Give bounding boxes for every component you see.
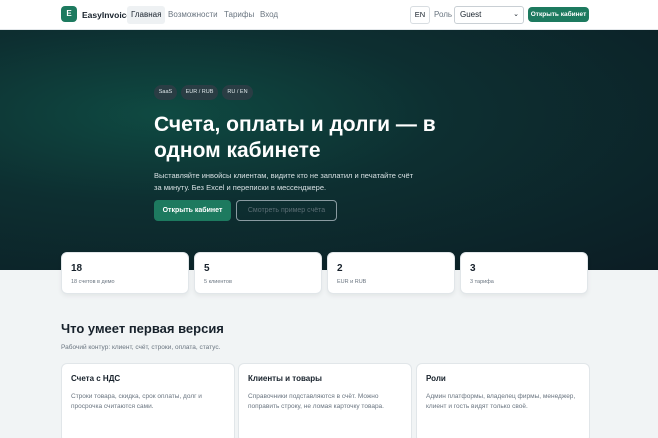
stat-label: 3 тарифа	[470, 279, 494, 285]
brand-name[interactable]: EasyInvoice	[82, 10, 131, 20]
feature-title: Клиенты и товары	[248, 374, 322, 383]
stat-label: EUR и RUB	[337, 279, 367, 285]
tag-currency: EUR / RUB	[181, 85, 218, 100]
view-sample-invoice-button[interactable]: Смотреть пример счёта	[236, 200, 337, 221]
stat-value: 5	[204, 263, 210, 274]
role-label: Роль	[434, 10, 453, 19]
role-select-value: Guest	[460, 10, 482, 19]
feature-card-invoices: Счета с НДС Строки товара, скидка, срок …	[61, 363, 235, 438]
features-title: Что умеет первая версия	[61, 321, 224, 336]
stat-card-currencies: 2 EUR и RUB	[327, 252, 455, 294]
stat-label: 18 счетов в демо	[71, 279, 115, 285]
tag-languages: RU / EN	[222, 85, 253, 100]
open-cabinet-button[interactable]: Открыть кабинет	[154, 200, 231, 221]
open-cabinet-header-button[interactable]: Открыть кабинет	[528, 7, 589, 22]
feature-card-clients: Клиенты и товары Справочники подставляют…	[238, 363, 412, 438]
stat-value: 18	[71, 263, 83, 274]
feature-title: Счета с НДС	[71, 374, 121, 383]
stat-card-clients: 5 5 клиентов	[194, 252, 322, 294]
tag-saas: SaaS	[154, 85, 177, 100]
feature-description: Справочники подставляются в счёт. Можно …	[248, 393, 384, 410]
nav-home[interactable]: Главная	[127, 6, 166, 24]
hero-subtitle: Выставляйте инвойсы клиентам, видите кто…	[154, 171, 414, 192]
role-select[interactable]: Guest ⌄	[454, 6, 524, 24]
top-header: E EasyInvoice Главная Возможности Тарифы…	[0, 0, 658, 30]
nav-features[interactable]: Возможности	[164, 6, 222, 24]
stat-value: 3	[470, 263, 476, 274]
stat-card-plans: 3 3 тарифа	[460, 252, 588, 294]
nav-pricing[interactable]: Тарифы	[220, 6, 258, 24]
nav-login[interactable]: Вход	[256, 6, 282, 24]
stat-value: 2	[337, 263, 343, 274]
language-toggle-button[interactable]: EN	[410, 6, 430, 24]
feature-card-roles: Роли Админ платформы, владелец фирмы, ме…	[416, 363, 590, 438]
stat-card-invoices: 18 18 счетов в демо	[61, 252, 189, 294]
hero-title: Счета, оплаты и долги — в одном кабинете	[154, 113, 436, 162]
features-subtitle: Рабочий контур: клиент, счёт, строки, оп…	[61, 344, 221, 351]
feature-description: Админ платформы, владелец фирмы, менедже…	[426, 393, 576, 410]
stat-label: 5 клиентов	[204, 279, 232, 285]
logo-icon[interactable]: E	[61, 6, 77, 22]
feature-description: Строки товара, скидка, срок оплаты, долг…	[71, 393, 202, 410]
feature-title: Роли	[426, 374, 446, 383]
chevron-down-icon: ⌄	[513, 11, 519, 18]
